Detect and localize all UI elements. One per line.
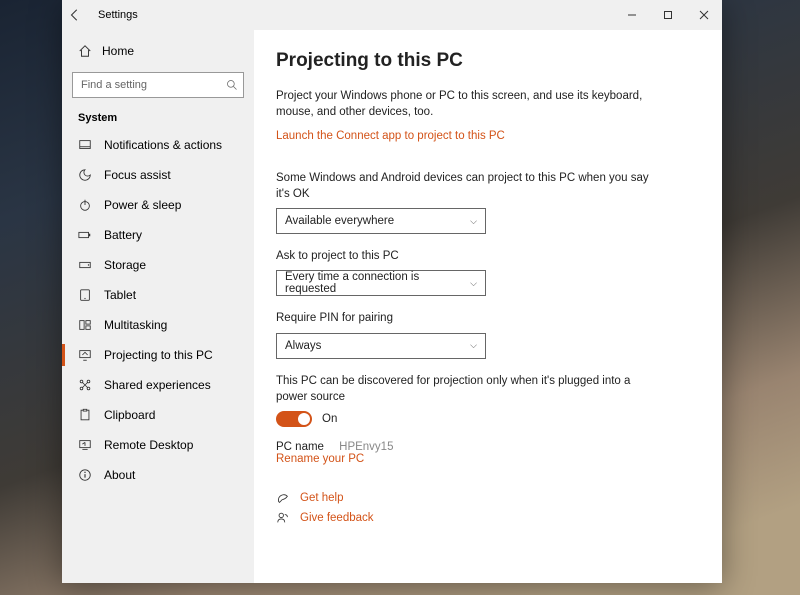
search-wrap	[72, 72, 244, 98]
rename-pc-link[interactable]: Rename your PC	[276, 453, 364, 465]
availability-value: Available everywhere	[285, 215, 394, 227]
get-help-link[interactable]: Get help	[300, 492, 343, 504]
sidebar-item-multitasking[interactable]: Multitasking	[72, 310, 244, 340]
home-label: Home	[102, 44, 134, 58]
pin-select[interactable]: Always ⌵	[276, 333, 486, 359]
sidebar-item-label: Focus assist	[104, 168, 171, 182]
sidebar-item-notifications[interactable]: Notifications & actions	[72, 130, 244, 160]
shared-icon	[78, 378, 92, 392]
discover-toggle[interactable]	[276, 411, 312, 427]
discover-label: This PC can be discovered for projection…	[276, 373, 656, 405]
sidebar-item-label: Remote Desktop	[104, 438, 193, 452]
sidebar-item-clipboard[interactable]: Clipboard	[72, 400, 244, 430]
discover-state: On	[322, 413, 337, 425]
search-input[interactable]	[72, 72, 244, 98]
help-icon	[276, 491, 290, 505]
minimize-button[interactable]	[614, 0, 650, 30]
sidebar-item-label: Power & sleep	[104, 198, 181, 212]
sidebar-item-projecting[interactable]: Projecting to this PC	[72, 340, 244, 370]
home-icon	[78, 44, 92, 58]
ask-label: Ask to project to this PC	[276, 248, 656, 264]
pin-label: Require PIN for pairing	[276, 310, 656, 326]
sidebar-item-shared-experiences[interactable]: Shared experiences	[72, 370, 244, 400]
battery-icon	[78, 228, 92, 242]
main-pane: Projecting to this PC Project your Windo…	[254, 30, 722, 583]
ask-value: Every time a connection is requested	[285, 271, 470, 295]
settings-window: Settings Home S	[62, 0, 722, 583]
sidebar-item-remote-desktop[interactable]: Remote Desktop	[72, 430, 244, 460]
launch-connect-link[interactable]: Launch the Connect app to project to thi…	[276, 130, 505, 142]
window-title: Settings	[96, 9, 138, 21]
section-title: System	[78, 112, 244, 124]
availability-label: Some Windows and Android devices can pro…	[276, 170, 656, 202]
projecting-icon	[78, 348, 92, 362]
sidebar-item-label: Multitasking	[104, 318, 167, 332]
storage-icon	[78, 258, 92, 272]
home-button[interactable]: Home	[72, 36, 244, 66]
titlebar: Settings	[62, 0, 722, 30]
chevron-down-icon: ⌵	[470, 278, 477, 289]
sidebar-item-label: Shared experiences	[104, 378, 211, 392]
sidebar-item-focus-assist[interactable]: Focus assist	[72, 160, 244, 190]
pc-name-value: HPEnvy15	[339, 441, 393, 453]
give-feedback-link[interactable]: Give feedback	[300, 512, 374, 524]
notifications-icon	[78, 138, 92, 152]
clipboard-icon	[78, 408, 92, 422]
remote-icon	[78, 438, 92, 452]
sidebar-item-label: Tablet	[104, 288, 136, 302]
sidebar-item-tablet[interactable]: Tablet	[72, 280, 244, 310]
close-button[interactable]	[686, 0, 722, 30]
content-area: Home System Notifications & actions F	[62, 30, 722, 583]
feedback-icon	[276, 511, 290, 525]
sidebar-item-label: Clipboard	[104, 408, 155, 422]
ask-select[interactable]: Every time a connection is requested ⌵	[276, 270, 486, 296]
multitask-icon	[78, 318, 92, 332]
sidebar-item-power-sleep[interactable]: Power & sleep	[72, 190, 244, 220]
sidebar-item-about[interactable]: About	[72, 460, 244, 490]
sidebar-item-label: Battery	[104, 228, 142, 242]
page-description: Project your Windows phone or PC to this…	[276, 88, 656, 120]
availability-select[interactable]: Available everywhere ⌵	[276, 208, 486, 234]
sidebar: Home System Notifications & actions F	[62, 30, 254, 583]
sidebar-item-label: Notifications & actions	[104, 138, 222, 152]
page-heading: Projecting to this PC	[276, 50, 694, 72]
maximize-button[interactable]	[650, 0, 686, 30]
tablet-icon	[78, 288, 92, 302]
back-button[interactable]	[68, 8, 96, 22]
sidebar-item-label: About	[104, 468, 135, 482]
power-icon	[78, 198, 92, 212]
pin-value: Always	[285, 340, 321, 352]
about-icon	[78, 468, 92, 482]
sidebar-item-battery[interactable]: Battery	[72, 220, 244, 250]
sidebar-item-label: Storage	[104, 258, 146, 272]
pc-name-label: PC name	[276, 441, 324, 453]
sidebar-item-storage[interactable]: Storage	[72, 250, 244, 280]
sidebar-item-label: Projecting to this PC	[104, 348, 213, 362]
chevron-down-icon: ⌵	[470, 216, 477, 227]
focus-icon	[78, 168, 92, 182]
chevron-down-icon: ⌵	[470, 340, 477, 351]
